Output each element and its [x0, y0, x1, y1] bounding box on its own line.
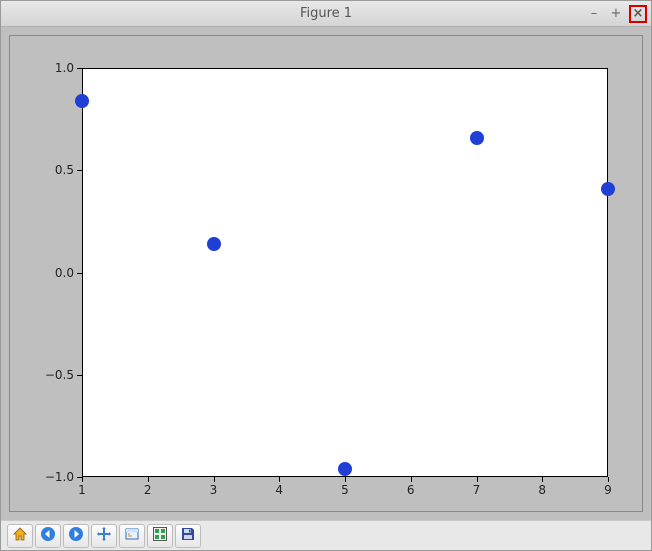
home-icon: [12, 526, 28, 546]
x-tick-label: 5: [341, 483, 349, 497]
y-tick-label: 0.5: [55, 163, 74, 177]
x-tick-label: 9: [604, 483, 612, 497]
x-tick-label: 6: [407, 483, 415, 497]
x-tick-label: 8: [538, 483, 546, 497]
x-tick-label: 3: [210, 483, 218, 497]
data-point: [601, 182, 615, 196]
y-tick-mark: [77, 273, 82, 274]
move-icon: [96, 526, 112, 546]
x-tick-mark: [214, 477, 215, 482]
x-tick-mark: [148, 477, 149, 482]
y-tick-mark: [77, 477, 82, 478]
zoom-rect-icon: [124, 526, 140, 546]
pan-button[interactable]: [91, 524, 117, 548]
y-tick-mark: [77, 375, 82, 376]
x-tick-mark: [279, 477, 280, 482]
x-tick-mark: [608, 477, 609, 482]
data-point: [75, 94, 89, 108]
data-point: [470, 131, 484, 145]
axes-area: [82, 68, 608, 477]
save-button[interactable]: [175, 524, 201, 548]
y-tick-label: −1.0: [45, 470, 74, 484]
x-tick-mark: [542, 477, 543, 482]
forward-arrow-icon: [68, 526, 84, 546]
minimize-button[interactable]: –: [585, 5, 603, 23]
maximize-button[interactable]: +: [607, 5, 625, 23]
x-tick-mark: [345, 477, 346, 482]
back-arrow-icon: [40, 526, 56, 546]
back-button[interactable]: [35, 524, 61, 548]
floppy-disk-icon: [180, 526, 196, 546]
subplots-icon: [152, 526, 168, 546]
x-tick-mark: [82, 477, 83, 482]
x-tick-mark: [477, 477, 478, 482]
y-tick-mark: [77, 170, 82, 171]
figure-canvas-area: 1 2 3 4 5 6 7 8 9 −1.0 −0.5 0.0 0.5 1.0: [1, 27, 651, 520]
title-bar: Figure 1 – + ×: [1, 1, 651, 27]
data-point: [338, 462, 352, 476]
forward-button[interactable]: [63, 524, 89, 548]
x-tick-label: 2: [144, 483, 152, 497]
window-title: Figure 1: [1, 6, 651, 21]
window-controls: – + ×: [585, 5, 651, 23]
y-tick-label: 0.0: [55, 266, 74, 280]
x-tick-mark: [411, 477, 412, 482]
y-tick-label: −0.5: [45, 368, 74, 382]
configure-subplots-button[interactable]: [147, 524, 173, 548]
y-tick-mark: [77, 68, 82, 69]
navigation-toolbar: [1, 520, 651, 550]
figure-window: Figure 1 – + × 1 2 3 4 5 6 7 8 9 −1.0 −0.5 0.0 0.5 1.…: [0, 0, 652, 551]
home-button[interactable]: [7, 524, 33, 548]
x-tick-label: 7: [473, 483, 481, 497]
data-point: [207, 237, 221, 251]
zoom-button[interactable]: [119, 524, 145, 548]
x-tick-label: 4: [275, 483, 283, 497]
x-tick-label: 1: [78, 483, 86, 497]
figure-canvas[interactable]: 1 2 3 4 5 6 7 8 9 −1.0 −0.5 0.0 0.5 1.0: [9, 35, 643, 512]
y-tick-label: 1.0: [55, 61, 74, 75]
close-button[interactable]: ×: [629, 5, 647, 23]
